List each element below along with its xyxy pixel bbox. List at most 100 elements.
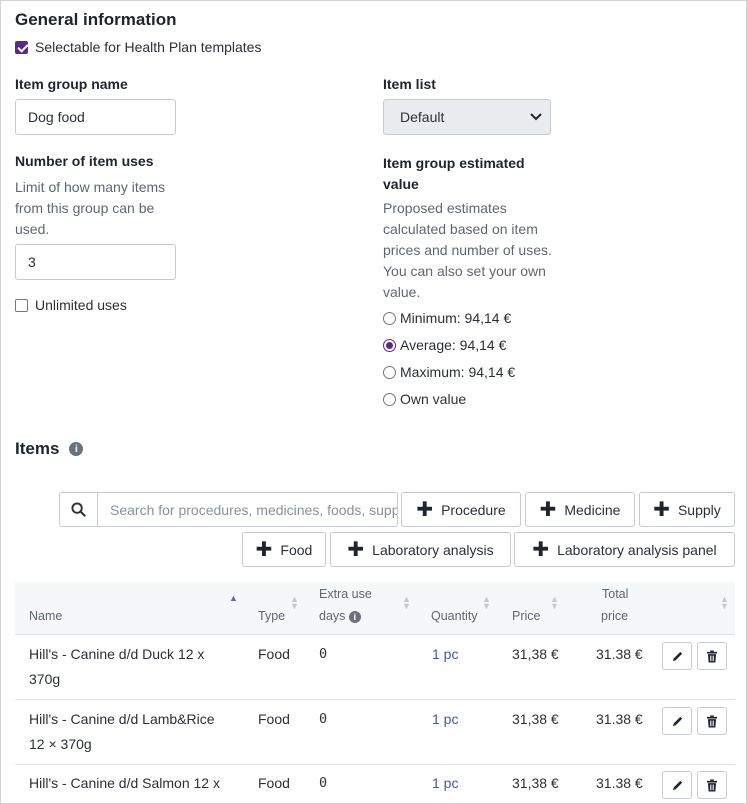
uses-help-line: Limit of how many items: [15, 179, 166, 195]
sort-quantity-icon[interactable]: ▲ ▼: [482, 595, 491, 611]
item-extra-days: 0: [319, 646, 328, 662]
item-name[interactable]: Hill's - Canine d/d Salmon 12 x 370g: [29, 771, 239, 803]
button-label: Supply: [677, 501, 721, 518]
button-label: Laboratory analysis: [372, 541, 494, 558]
section-title-general: General information: [15, 10, 177, 29]
table-row: Hill's - Canine d/d Salmon 12 x 370g Foo…: [15, 765, 735, 803]
unlimited-checkbox[interactable]: [15, 298, 28, 312]
option-label: Maximum: 94,14 €: [400, 364, 516, 380]
info-icon[interactable]: i: [348, 610, 361, 623]
uses-value: 3: [28, 254, 36, 270]
radio-average[interactable]: [383, 338, 396, 352]
column-header-total[interactable]: Total price: [601, 583, 629, 627]
estimate-option-minimum[interactable]: Minimum: 94,14 €: [383, 310, 511, 326]
plus-icon: ✚: [416, 498, 434, 521]
edit-button[interactable]: [662, 771, 692, 799]
estimated-help-line: prices and number of uses.: [383, 242, 552, 258]
item-total: 31.38 €: [596, 711, 643, 727]
header-line: price: [601, 609, 629, 623]
add-medicine-button[interactable]: ✚ Medicine: [525, 492, 635, 527]
item-list-select[interactable]: Default: [383, 99, 551, 135]
column-header-quantity[interactable]: Quantity: [431, 605, 478, 627]
header-line: Total: [602, 587, 629, 601]
item-search[interactable]: Search for procedures, medicines, foods,…: [59, 492, 398, 527]
column-header-extra-days[interactable]: Extra use days i: [319, 583, 372, 627]
add-procedure-button[interactable]: ✚ Procedure: [401, 492, 521, 527]
edit-button[interactable]: [662, 707, 692, 735]
item-list-value: Default: [400, 109, 445, 125]
selectable-checkbox[interactable]: [15, 40, 28, 54]
items-heading: Items i: [15, 439, 84, 459]
item-name[interactable]: Hill's - Canine d/d Lamb&Rice 12 × 370g: [29, 707, 239, 757]
uses-help-line: used.: [15, 221, 50, 237]
plus-icon: ✚: [653, 498, 670, 521]
sort-extra-icon[interactable]: ▲ ▼: [402, 595, 411, 611]
add-lab-panel-button[interactable]: ✚ Laboratory analysis panel: [514, 532, 735, 567]
option-label: Minimum: 94,14 €: [400, 310, 512, 326]
selectable-label: Selectable for Health Plan templates: [35, 39, 262, 55]
sort-type-icon[interactable]: ▲ ▼: [290, 595, 299, 611]
item-list-label: Item list: [383, 76, 436, 92]
uses-input[interactable]: 3: [15, 244, 176, 280]
search-input[interactable]: Search for procedures, medicines, foods,…: [98, 493, 397, 526]
delete-button[interactable]: [697, 707, 727, 735]
info-icon[interactable]: i: [69, 442, 84, 456]
pencil-icon: [672, 716, 682, 726]
column-header-price[interactable]: Price: [512, 605, 540, 627]
item-quantity[interactable]: 1 pc: [432, 642, 458, 667]
table-row: Hill's - Canine d/d Lamb&Rice 12 × 370g …: [15, 700, 735, 764]
pencil-icon: [672, 651, 682, 661]
header-text: days: [319, 609, 346, 623]
item-group-name-input[interactable]: Dog food: [15, 99, 176, 135]
sort-desc-icon: ▼: [720, 601, 729, 611]
radio-minimum[interactable]: [383, 311, 396, 325]
estimated-help-line: calculated based on item: [383, 221, 538, 237]
item-name[interactable]: Hill's - Canine d/d Duck 12 x 370g: [29, 642, 239, 692]
sort-desc-icon: ▼: [402, 601, 411, 611]
estimate-option-own[interactable]: Own value: [383, 391, 466, 407]
item-quantity[interactable]: 1 pc: [432, 771, 458, 796]
trash-icon: [706, 714, 718, 728]
plus-icon: ✚: [347, 538, 365, 561]
sort-name-icon[interactable]: ▲: [229, 594, 238, 603]
column-header-name[interactable]: Name: [29, 605, 62, 627]
unlimited-checkbox-row[interactable]: Unlimited uses: [15, 297, 127, 313]
item-name-line: Hill's - Canine d/d Lamb&Rice: [29, 711, 215, 727]
estimated-label-line: value: [383, 176, 419, 192]
table-row: Hill's - Canine d/d Duck 12 x 370g Food …: [15, 635, 735, 699]
sort-desc-icon: ▼: [482, 601, 491, 611]
button-label: Laboratory analysis panel: [557, 541, 717, 558]
item-type: Food: [258, 775, 290, 791]
chevron-down-icon: [530, 113, 542, 121]
option-label: Average: 94,14 €: [400, 337, 507, 353]
estimate-option-average[interactable]: Average: 94,14 €: [383, 337, 506, 353]
radio-own-value[interactable]: [383, 392, 396, 406]
header-line-2: days i: [319, 605, 372, 627]
add-food-button[interactable]: ✚ Food: [242, 532, 326, 567]
plus-icon: ✚: [539, 498, 557, 521]
item-price: 31,38 €: [512, 775, 559, 791]
item-quantity[interactable]: 1 pc: [432, 707, 458, 732]
radio-maximum[interactable]: [383, 365, 396, 379]
item-extra-days: 0: [319, 711, 328, 727]
add-supply-button[interactable]: ✚ Supply: [639, 492, 735, 527]
sort-desc-icon: ▼: [550, 601, 559, 611]
unlimited-label: Unlimited uses: [35, 297, 127, 313]
item-name-line: Hill's - Canine d/d Duck 12 x: [29, 646, 205, 662]
delete-button[interactable]: [697, 771, 727, 799]
edit-button[interactable]: [662, 642, 692, 670]
plus-icon: ✚: [532, 538, 550, 561]
search-addon[interactable]: [60, 493, 98, 526]
search-icon: [71, 502, 86, 517]
sort-total-icon[interactable]: ▲ ▼: [720, 595, 729, 611]
estimate-option-maximum[interactable]: Maximum: 94,14 €: [383, 364, 515, 380]
sort-price-icon[interactable]: ▲ ▼: [550, 595, 559, 611]
option-label: Own value: [400, 391, 467, 407]
estimated-value-label: Item group estimated value: [383, 153, 525, 195]
delete-button[interactable]: [697, 642, 727, 670]
add-lab-analysis-button[interactable]: ✚ Laboratory analysis: [330, 532, 511, 567]
button-label: Food: [280, 541, 313, 558]
selectable-checkbox-row[interactable]: Selectable for Health Plan templates: [15, 39, 261, 55]
pencil-icon: [672, 780, 682, 790]
column-header-type[interactable]: Type: [258, 605, 285, 627]
